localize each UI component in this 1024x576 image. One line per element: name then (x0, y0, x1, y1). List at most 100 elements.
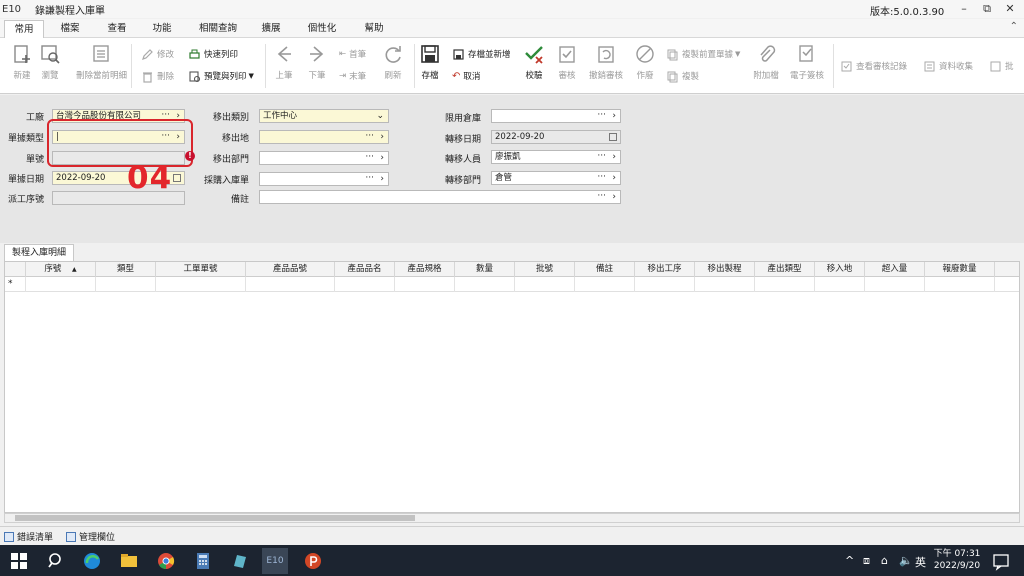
out-place-field[interactable]: ··· › (259, 130, 389, 144)
calculator-icon[interactable] (193, 551, 213, 571)
edge-browser-icon[interactable] (82, 551, 102, 571)
collect-data-button[interactable]: 資料收集 (923, 58, 973, 74)
browse-button[interactable]: 瀏覽 (28, 41, 72, 89)
chevron-down-icon[interactable]: ⌄ (376, 110, 384, 122)
action-center-icon[interactable] (991, 551, 1011, 571)
table-cell[interactable] (335, 277, 395, 292)
calendar-icon[interactable] (173, 174, 181, 182)
tab-personalize[interactable]: 個性化 (300, 20, 344, 38)
windows-start-icon[interactable] (9, 551, 29, 571)
tray-chevron-up-icon[interactable]: ^ (845, 554, 854, 567)
notes-app-icon[interactable] (230, 551, 250, 571)
column-header[interactable]: 類型 (96, 262, 156, 277)
esign-button[interactable]: 電子簽核 (785, 41, 829, 89)
column-header[interactable]: 產出類型 (755, 262, 815, 277)
modify-button[interactable]: 修改 (141, 46, 174, 62)
chevron-right-icon[interactable]: › (612, 172, 616, 184)
cancel-button[interactable]: ↶ 取消 (452, 68, 480, 84)
chevron-right-icon[interactable]: › (612, 191, 616, 203)
next-record-button[interactable]: 下筆 (295, 41, 339, 89)
lookup-icon[interactable]: ··· (597, 172, 606, 183)
delete-button[interactable]: 刪除 (141, 68, 174, 84)
transfer-date-field[interactable]: 2022-09-20 (491, 130, 621, 144)
tab-help[interactable]: 幫助 (356, 20, 392, 38)
lookup-icon[interactable]: ··· (365, 152, 374, 163)
chevron-right-icon[interactable]: › (380, 173, 384, 185)
lookup-icon[interactable]: ··· (597, 151, 606, 162)
table-cell[interactable] (96, 277, 156, 292)
volume-icon[interactable]: 🔈 (899, 554, 913, 567)
column-header[interactable]: 產品規格 (395, 262, 455, 277)
chevron-up-icon[interactable]: ⌃ (1010, 21, 1018, 32)
e10-app-icon[interactable]: E10 (262, 548, 288, 574)
ime-language[interactable]: 英 (915, 554, 926, 570)
out-dept-field[interactable]: ··· › (259, 151, 389, 165)
taskbar-clock[interactable]: 下午 07:31 2022/9/20 (933, 548, 981, 572)
tab-error-list[interactable]: 錯誤清單 (4, 529, 53, 544)
table-row[interactable]: * (5, 277, 1019, 292)
quick-print-button[interactable]: 快速列印 (188, 46, 238, 62)
column-header[interactable]: 超入量 (865, 262, 925, 277)
last-record-button[interactable]: ⇥ 末筆 (339, 68, 366, 84)
notification-box-icon[interactable]: ⧈ (863, 554, 870, 568)
tab-related-query[interactable]: 相關查詢 (193, 20, 243, 38)
column-header[interactable]: 備註 (575, 262, 635, 277)
chevron-right-icon[interactable]: › (380, 152, 384, 164)
lookup-icon[interactable]: ··· (597, 191, 606, 202)
tab-file[interactable]: 檔案 (52, 20, 88, 38)
transfer-person-field[interactable]: 廖振凱 ··· › (491, 150, 621, 164)
save-button[interactable]: 存檔 (408, 41, 452, 89)
column-header[interactable]: 序號 ▲ (26, 262, 96, 277)
table-cell[interactable] (925, 277, 995, 292)
table-cell[interactable] (695, 277, 755, 292)
table-cell[interactable] (865, 277, 925, 292)
minimize-button[interactable]: – (952, 1, 976, 17)
table-cell[interactable] (395, 277, 455, 292)
table-cell[interactable] (26, 277, 96, 292)
out-type-field[interactable]: 工作中心 ⌄ (259, 109, 389, 123)
void-button[interactable]: 作廢 (623, 41, 667, 89)
lookup-icon[interactable]: ··· (365, 173, 374, 184)
preview-print-button[interactable]: 預覽與列印 ▼ (188, 68, 254, 84)
table-cell[interactable] (246, 277, 335, 292)
column-header[interactable]: 產品品名 (335, 262, 395, 277)
copy-prev-doc-button[interactable]: 複製前置單據 ▼ (666, 46, 740, 62)
audit-log-button[interactable]: 查看審核記錄 (840, 58, 907, 74)
chrome-icon[interactable] (156, 551, 176, 571)
chevron-right-icon[interactable]: › (612, 151, 616, 163)
tab-function[interactable]: 功能 (144, 20, 180, 38)
limit-wh-field[interactable]: ··· › (491, 109, 621, 123)
search-icon[interactable] (46, 551, 66, 571)
tab-extend[interactable]: 擴展 (253, 20, 289, 38)
first-record-button[interactable]: ⇤ 首筆 (339, 46, 366, 62)
powerpoint-icon[interactable] (303, 551, 323, 571)
lookup-icon[interactable]: ··· (597, 110, 606, 121)
table-cell[interactable] (815, 277, 865, 292)
maximize-button[interactable]: ⧉ (975, 1, 999, 17)
network-icon[interactable]: ⌂ (881, 554, 888, 567)
column-header[interactable]: 批號 (515, 262, 575, 277)
column-header[interactable]: 工單單號 (156, 262, 246, 277)
column-header[interactable]: 移出工序 (635, 262, 695, 277)
batch-button[interactable]: 批 (989, 58, 1014, 74)
scrollbar-thumb[interactable] (15, 515, 415, 521)
table-cell[interactable] (156, 277, 246, 292)
chevron-right-icon[interactable]: › (380, 131, 384, 143)
file-explorer-icon[interactable] (119, 551, 139, 571)
table-cell[interactable] (755, 277, 815, 292)
transfer-dept-field[interactable]: 倉管 ··· › (491, 171, 621, 185)
horizontal-scrollbar[interactable] (4, 513, 1020, 523)
lookup-icon[interactable]: ··· (365, 131, 374, 142)
remark-field[interactable]: ··· › (259, 190, 621, 204)
table-cell[interactable] (515, 277, 575, 292)
column-header[interactable]: 報廢數量 (925, 262, 995, 277)
chevron-right-icon[interactable]: › (612, 110, 616, 122)
column-header[interactable]: 產品品號 (246, 262, 335, 277)
purchase-in-field[interactable]: ··· › (259, 172, 389, 186)
unapprove-button[interactable]: 撤銷審核 (584, 41, 628, 89)
tab-home[interactable]: 常用 (4, 20, 44, 38)
column-header[interactable]: 移入地 (815, 262, 865, 277)
close-button[interactable]: ✕ (998, 1, 1022, 17)
column-header[interactable]: 數量 (455, 262, 515, 277)
approve-button[interactable]: 審核 (545, 41, 589, 89)
